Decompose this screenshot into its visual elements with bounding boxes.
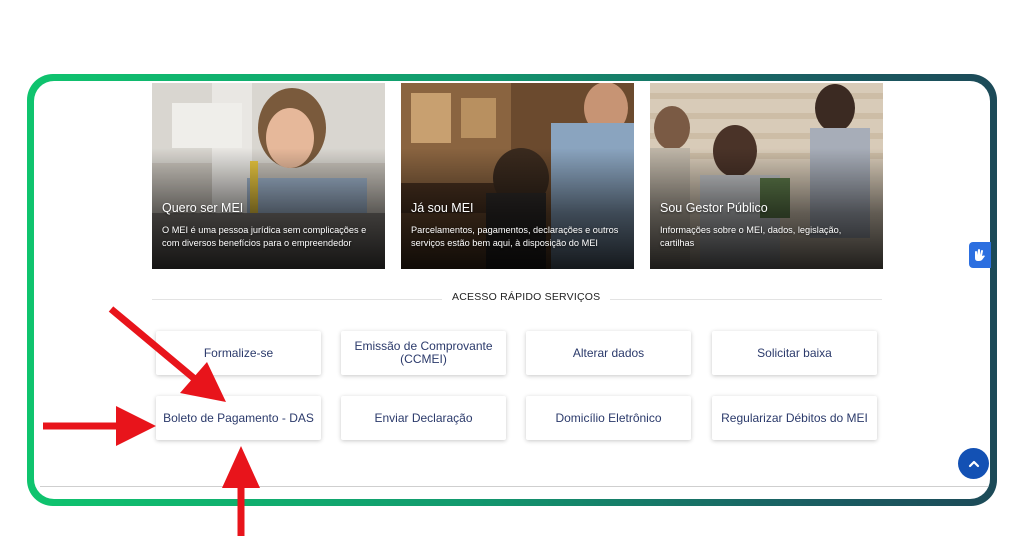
red-arrow-icon	[222, 446, 260, 536]
red-arrow-icon	[43, 406, 156, 446]
red-arrow-icon	[108, 306, 226, 402]
annotation-arrows	[43, 306, 260, 536]
